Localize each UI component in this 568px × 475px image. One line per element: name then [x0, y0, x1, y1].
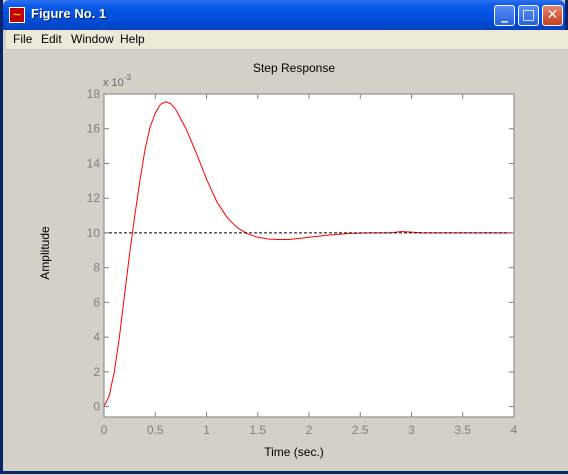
y-tick-label: 6: [93, 295, 100, 309]
title-bar[interactable]: ~ Figure No. 1 _ □ ✕: [3, 0, 565, 30]
x-axis-label: Time (sec.): [264, 445, 324, 459]
menu-window-label: Window: [71, 32, 114, 46]
menu-edit[interactable]: Edit: [41, 32, 62, 46]
y-tick-label: 12: [87, 191, 101, 205]
menu-file-label: File: [13, 32, 33, 46]
step-response-chart: 0 0.5 1 1.5 2 2.5 3 3.5 4 0 2 4 6 8 10 12 14 16 18 Step Re…: [38, 61, 518, 459]
x-tick-label: 4: [511, 423, 518, 437]
chart-title: Step Response: [253, 61, 335, 75]
menu-bar: File Edit Window Help: [6, 30, 568, 50]
menu-file[interactable]: File: [13, 32, 32, 46]
y-tick-label: 8: [93, 261, 100, 275]
y-scale-multiplier: x 10: [103, 77, 124, 89]
x-tick-label: 0.5: [147, 423, 164, 437]
x-tick-label: 3: [408, 423, 415, 437]
menu-help[interactable]: Help: [120, 32, 145, 46]
y-tick-label: 0: [93, 400, 100, 414]
y-axis-label: Amplitude: [38, 226, 52, 280]
x-tick-label: 0: [101, 423, 108, 437]
figure-window: ~ Figure No. 1 _ □ ✕ File Edit Window He…: [0, 0, 568, 474]
x-tick-label: 3.5: [454, 423, 471, 437]
plot-area: [104, 94, 514, 417]
menu-edit-label: Edit: [41, 32, 62, 46]
matlab-figure-icon: ~: [9, 7, 25, 23]
window-title: Figure No. 1: [31, 6, 107, 21]
y-tick-label: 14: [87, 156, 101, 170]
minimize-button[interactable]: _: [494, 5, 515, 26]
figure-canvas: 0 0.5 1 1.5 2 2.5 3 3.5 4 0 2 4 6 8 10 12 14 16 18 Step Re…: [6, 50, 568, 471]
close-button[interactable]: ✕: [542, 5, 563, 26]
y-scale-exponent: -3: [124, 73, 132, 82]
x-tick-label: 1: [203, 423, 210, 437]
y-tick-label: 18: [87, 87, 101, 101]
menu-help-label: Help: [120, 32, 145, 46]
menu-window[interactable]: Window: [71, 32, 114, 46]
x-tick-label: 2: [306, 423, 313, 437]
maximize-button[interactable]: □: [518, 5, 539, 26]
x-tick-label: 1.5: [249, 423, 266, 437]
y-tick-label: 4: [93, 330, 100, 344]
y-tick-label: 16: [87, 122, 101, 136]
y-tick-label: 2: [93, 365, 100, 379]
x-tick-label: 2.5: [352, 423, 369, 437]
y-tick-label: 10: [87, 226, 101, 240]
